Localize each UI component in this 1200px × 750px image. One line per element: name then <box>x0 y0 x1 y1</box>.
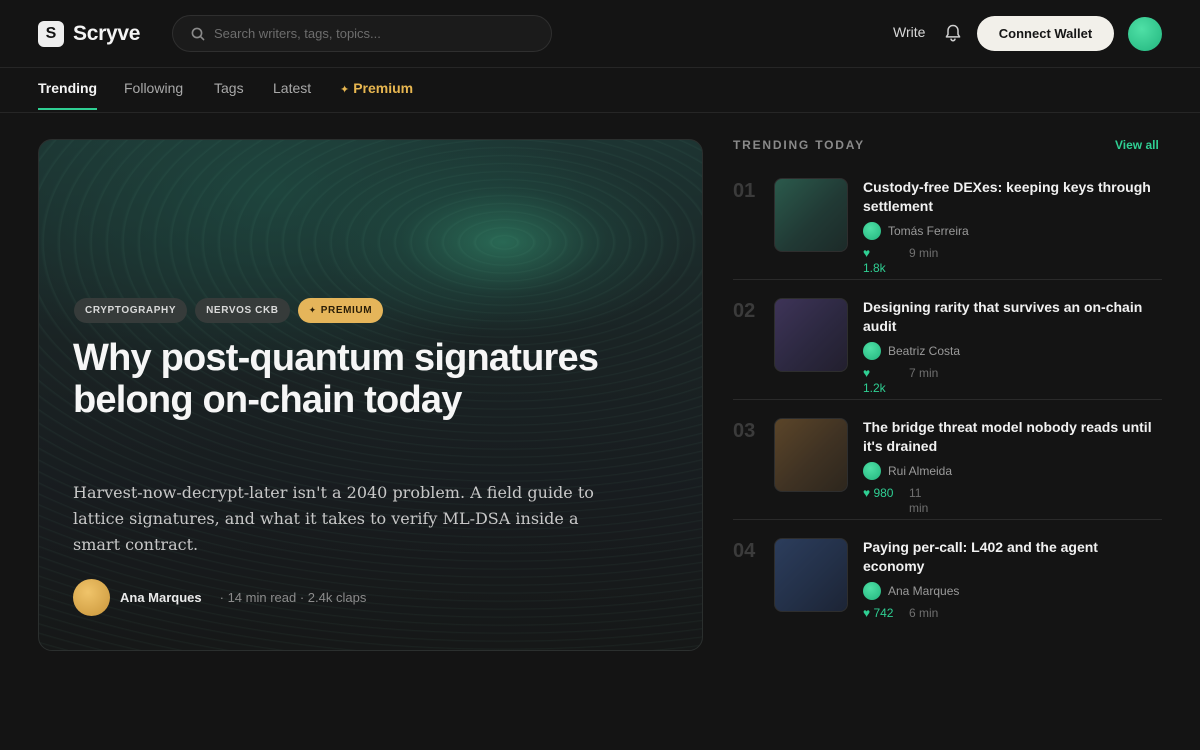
trending-item[interactable]: 01 Custody-free DEXes: keeping keys thro… <box>733 178 1162 298</box>
tab-trending[interactable]: Trending <box>38 80 98 110</box>
article-thumbnail[interactable] <box>774 178 848 252</box>
trending-item[interactable]: 02 Designing rarity that survives an on-… <box>733 298 1162 418</box>
tag-cryptography[interactable]: CRYPTOGRAPHY <box>74 298 188 323</box>
read-time: 9 min <box>909 246 939 260</box>
article-thumbnail[interactable] <box>774 538 848 612</box>
trending-title[interactable]: Custody-free DEXes: keeping keys through… <box>863 178 1162 216</box>
user-avatar[interactable] <box>1128 17 1162 51</box>
search-input[interactable] <box>214 26 534 41</box>
trending-title[interactable]: Paying per-call: L402 and the agent econ… <box>863 538 1162 576</box>
bell-icon[interactable] <box>942 22 964 44</box>
author-name[interactable]: Ana Marques <box>888 584 959 598</box>
rank-number: 02 <box>733 300 756 322</box>
likes-count: ♥ 742 <box>863 606 894 620</box>
read-time: 7 min <box>909 366 939 380</box>
author-avatar[interactable] <box>73 579 110 616</box>
avatar <box>863 222 881 240</box>
trending-author: Rui Almeida <box>863 462 952 480</box>
featured-title[interactable]: Why post-quantum signatures belong on-ch… <box>73 337 613 421</box>
read-time: 6 min <box>909 606 939 620</box>
author-name[interactable]: Ana Marques <box>120 590 202 605</box>
featured-byline: Ana Marques · 14 min read · 2.4k claps <box>73 579 366 616</box>
sparkle-icon: ✦ <box>340 84 350 96</box>
logo-mark: S <box>38 21 64 47</box>
sparkle-icon: ✦ <box>308 305 317 315</box>
search-bar[interactable] <box>172 15 552 52</box>
article-thumbnail[interactable] <box>774 298 848 372</box>
write-link[interactable]: Write <box>893 24 925 40</box>
divider <box>733 399 1162 400</box>
likes-count: ♥ 1.2k <box>863 366 886 395</box>
trending-title[interactable]: The bridge threat model nobody reads unt… <box>863 418 1162 456</box>
tab-premium-label: Premium <box>353 80 414 96</box>
featured-article-card[interactable]: CRYPTOGRAPHY NERVOS CKB ✦ PREMIUM Why pos… <box>38 139 703 651</box>
avatar <box>863 462 881 480</box>
tab-premium[interactable]: ✦ Premium <box>340 80 413 108</box>
read-time: 11 min <box>909 486 929 515</box>
avatar <box>863 582 881 600</box>
likes-count: ♥ 1.8k <box>863 246 886 275</box>
trending-item[interactable]: 03 The bridge threat model nobody reads … <box>733 418 1162 538</box>
hero-tags: CRYPTOGRAPHY NERVOS CKB ✦ PREMIUM <box>74 298 391 323</box>
feed-tabs: Trending Following Tags Latest ✦ Premium <box>0 68 1200 113</box>
tag-nervos-ckb[interactable]: NERVOS CKB <box>195 298 290 323</box>
avatar <box>863 342 881 360</box>
article-meta: · 14 min read · 2.4k claps <box>219 590 367 605</box>
top-bar: S Scryve Write Connect Wallet <box>0 0 1200 68</box>
trending-item[interactable]: 04 Paying per-call: L402 and the agent e… <box>733 538 1162 658</box>
author-name[interactable]: Rui Almeida <box>888 464 952 478</box>
trending-author: Ana Marques <box>863 582 959 600</box>
rank-number: 03 <box>733 420 756 442</box>
likes-count: ♥ 980 <box>863 486 894 500</box>
author-name[interactable]: Beatriz Costa <box>888 344 960 358</box>
article-thumbnail[interactable] <box>774 418 848 492</box>
trending-author: Beatriz Costa <box>863 342 960 360</box>
rank-number: 01 <box>733 180 756 202</box>
view-all-link[interactable]: View all <box>1115 138 1159 152</box>
premium-badge-label: PREMIUM <box>320 305 373 316</box>
featured-summary: Harvest-now-decrypt-later isn't a 2040 p… <box>73 483 594 554</box>
tab-tags[interactable]: Tags <box>214 80 244 108</box>
divider <box>733 279 1162 280</box>
connect-wallet-button[interactable]: Connect Wallet <box>977 16 1114 51</box>
logo-text: Scryve <box>73 22 141 45</box>
premium-badge[interactable]: ✦ PREMIUM <box>297 298 384 323</box>
trending-heading: TRENDING TODAY <box>733 138 865 152</box>
author-name[interactable]: Tomás Ferreira <box>888 224 969 238</box>
tab-latest[interactable]: Latest <box>273 80 311 108</box>
trending-title[interactable]: Designing rarity that survives an on-cha… <box>863 298 1162 336</box>
logo[interactable]: S Scryve <box>38 21 140 47</box>
trending-author: Tomás Ferreira <box>863 222 969 240</box>
rank-number: 04 <box>733 540 756 562</box>
divider <box>733 519 1162 520</box>
search-icon <box>190 26 206 42</box>
tab-following[interactable]: Following <box>124 80 183 108</box>
